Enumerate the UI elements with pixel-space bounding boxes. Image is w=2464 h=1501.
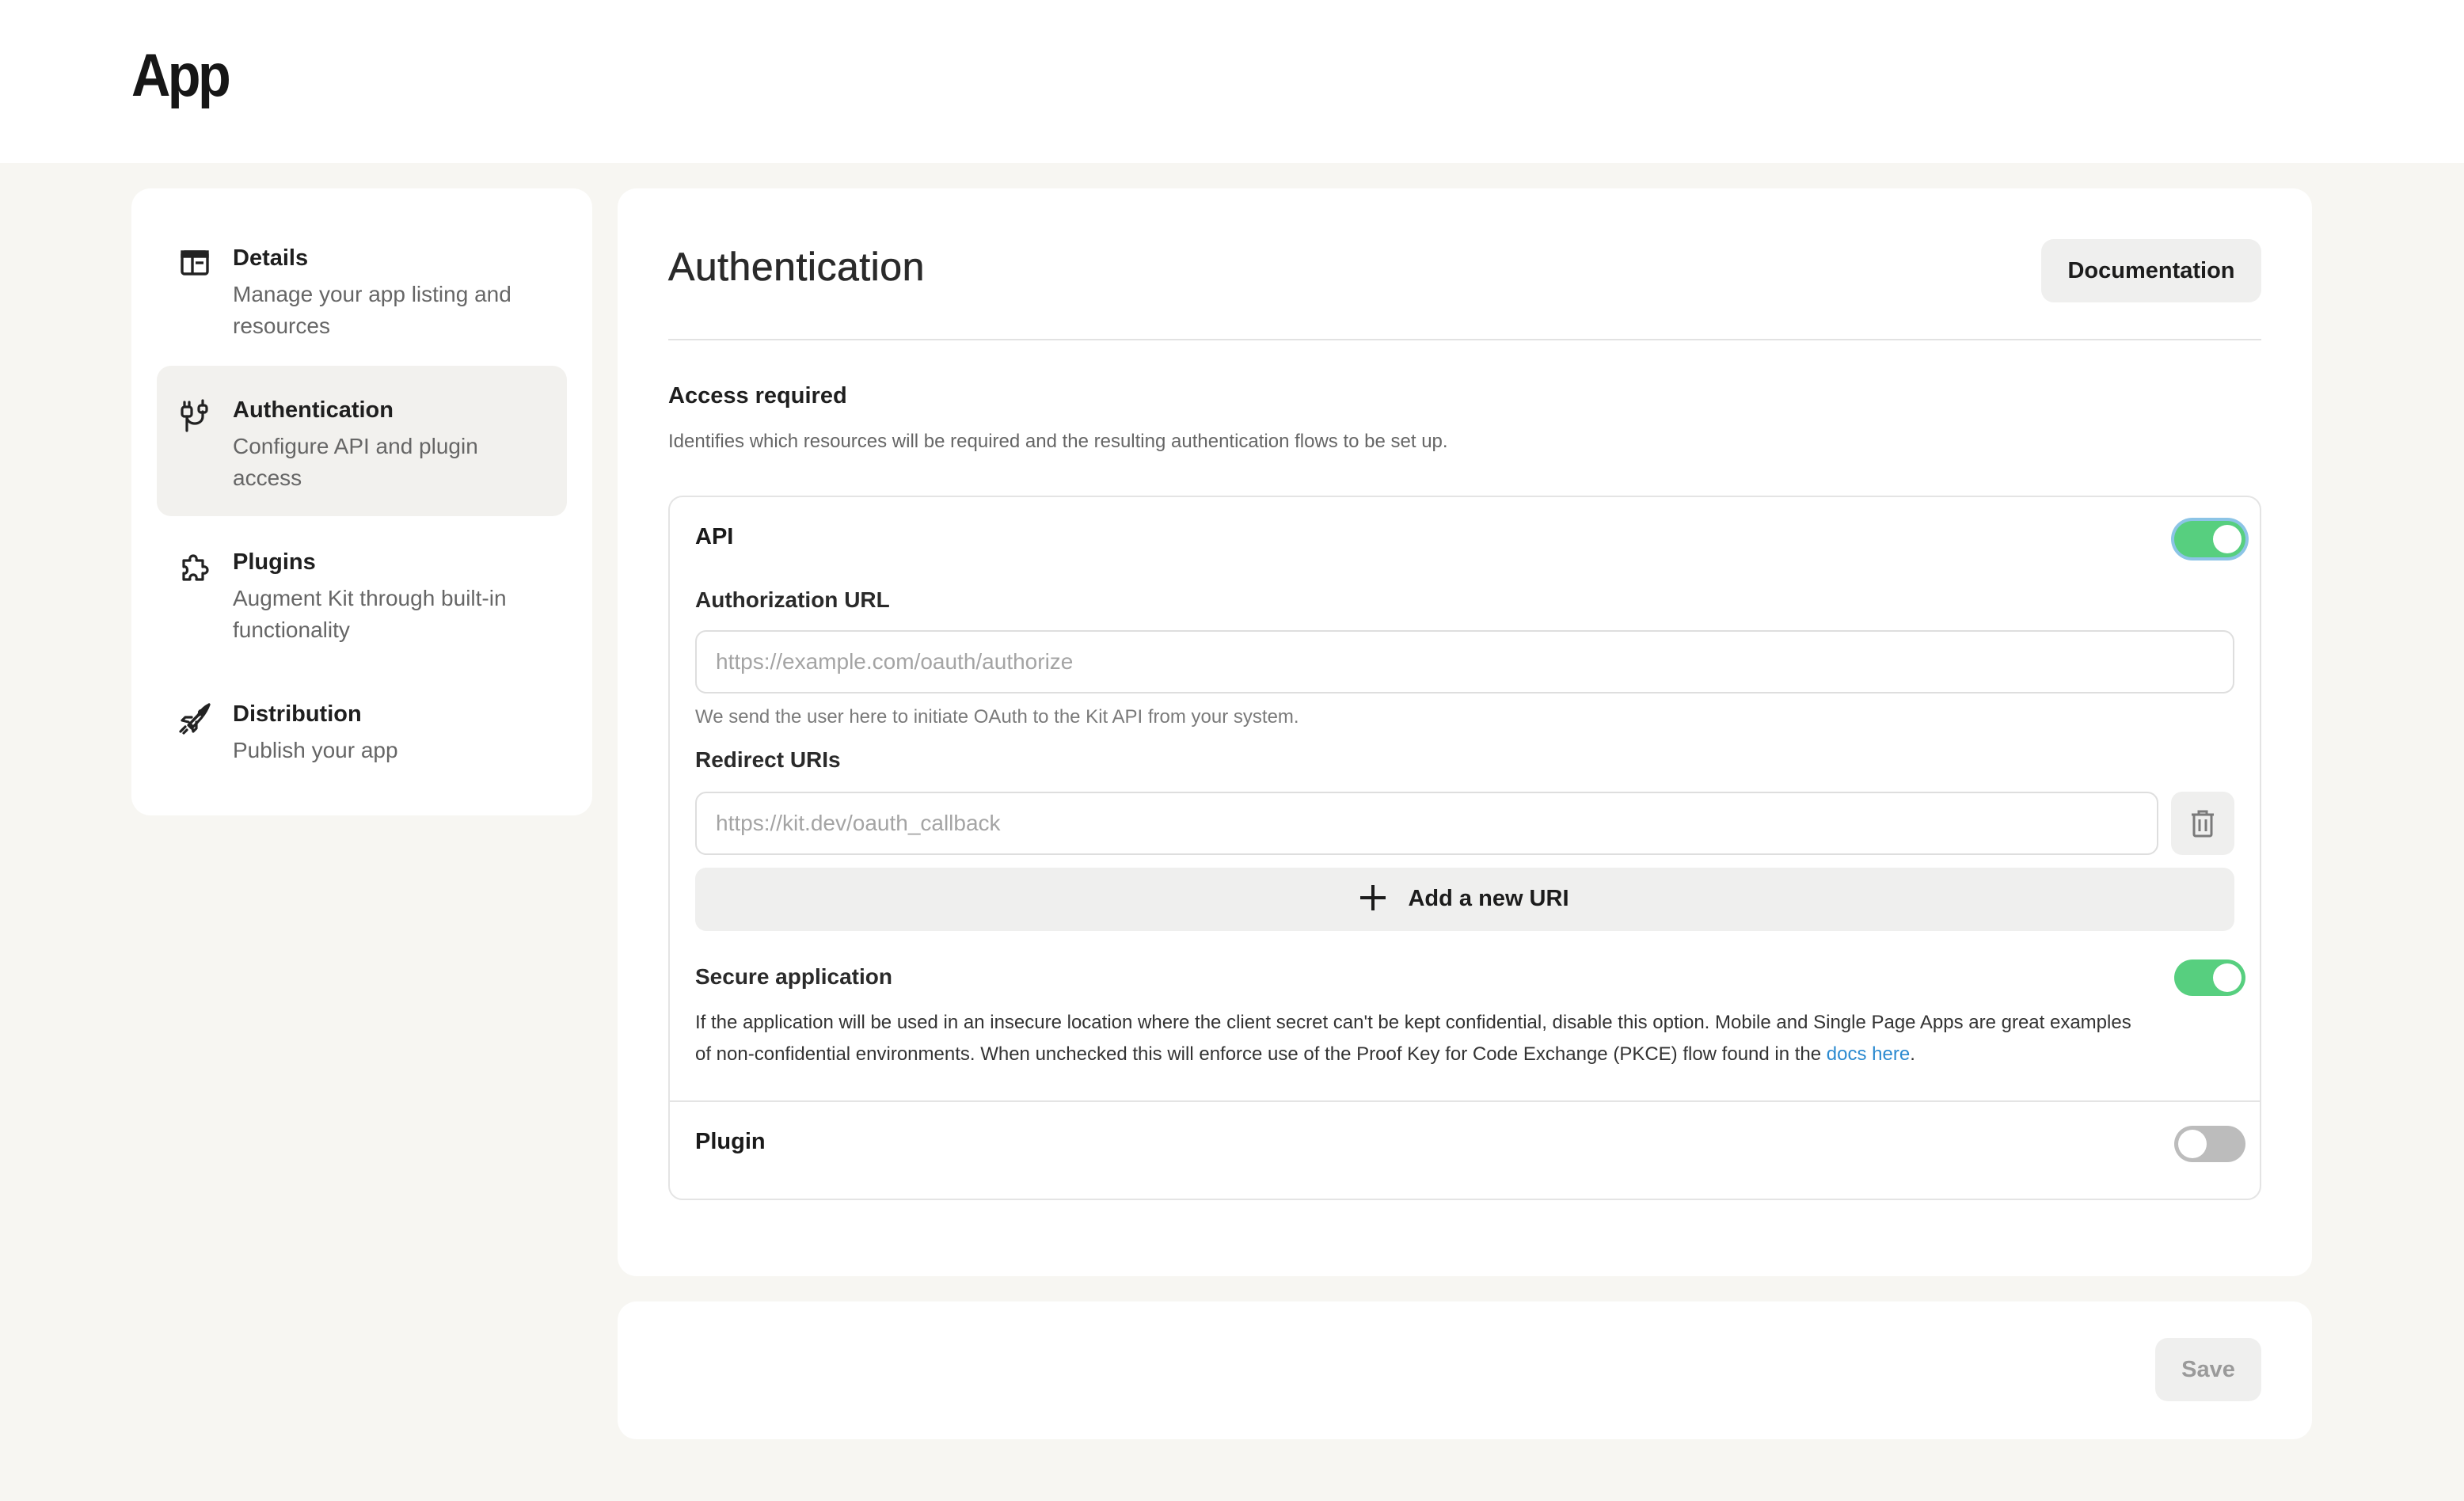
docs-link[interactable]: docs here xyxy=(1827,1043,1910,1065)
authorization-url-input[interactable] xyxy=(695,630,2234,694)
sidebar-item-description: Configure API and plugin access xyxy=(233,434,478,490)
sidebar: Details Manage your app listing and reso… xyxy=(131,188,592,815)
sidebar-item-title: Distribution xyxy=(233,701,362,727)
secure-application-toggle[interactable] xyxy=(2174,960,2245,996)
secure-description-line2: of non-confidential environments. When u… xyxy=(695,1043,1827,1065)
rocket-icon xyxy=(177,701,212,736)
sidebar-item-title: Details xyxy=(233,245,309,271)
top-bar: App xyxy=(0,0,2464,163)
divider xyxy=(668,339,2261,340)
redirect-uris-label: Redirect URIs xyxy=(695,747,841,772)
secure-description-line1: If the application will be used in an in… xyxy=(695,1012,2131,1033)
plugin-toggle[interactable] xyxy=(2174,1126,2245,1162)
app-title: App xyxy=(131,42,231,109)
documentation-button[interactable]: Documentation xyxy=(2041,239,2261,302)
secure-description-trailing: . xyxy=(1910,1043,1915,1065)
sidebar-item-title: Authentication xyxy=(233,397,394,423)
access-required-description: Identifies which resources will be requi… xyxy=(668,431,1448,452)
save-button[interactable]: Save xyxy=(2155,1338,2261,1401)
secure-application-label: Secure application xyxy=(695,964,892,989)
layout-icon xyxy=(177,245,212,280)
toggle-knob xyxy=(2213,963,2242,992)
puzzle-icon xyxy=(177,549,212,584)
add-uri-label: Add a new URI xyxy=(1408,886,1569,912)
sidebar-item-title: Plugins xyxy=(233,549,316,575)
page-title: Authentication xyxy=(668,245,925,290)
sidebar-item-description: Augment Kit through built-in functionali… xyxy=(233,586,507,642)
delete-uri-button[interactable] xyxy=(2171,792,2234,855)
main-card: Authentication Documentation Access requ… xyxy=(618,188,2312,1276)
authorization-url-hint: We send the user here to initiate OAuth … xyxy=(695,706,1299,728)
sidebar-item-description: Manage your app listing and resources xyxy=(233,282,511,338)
toggle-knob xyxy=(2213,525,2242,553)
authorization-url-label: Authorization URL xyxy=(695,587,890,612)
secure-application-description: If the application will be used in an in… xyxy=(695,1007,2247,1070)
add-uri-button[interactable]: Add a new URI xyxy=(695,868,2234,931)
trash-icon xyxy=(2192,810,2214,838)
plus-icon xyxy=(1360,884,1386,910)
access-box: API Authorization URL We send the user h… xyxy=(668,496,2261,1200)
sidebar-item-description: Publish your app xyxy=(233,738,398,762)
sidebar-item-distribution[interactable]: Distribution Publish your app xyxy=(157,670,567,820)
section-divider xyxy=(670,1100,2260,1102)
footer-card: Save xyxy=(618,1302,2312,1439)
access-required-title: Access required xyxy=(668,383,847,408)
redirect-uri-input[interactable] xyxy=(695,792,2158,855)
api-label: API xyxy=(695,524,734,549)
api-toggle[interactable] xyxy=(2174,521,2245,557)
sidebar-item-plugins[interactable]: Plugins Augment Kit through built-in fun… xyxy=(157,518,567,668)
plug-icon xyxy=(177,397,212,432)
sidebar-item-authentication[interactable]: Authentication Configure API and plugin … xyxy=(157,366,567,516)
toggle-knob xyxy=(2178,1130,2207,1158)
plugin-label: Plugin xyxy=(695,1129,766,1154)
sidebar-item-details[interactable]: Details Manage your app listing and reso… xyxy=(157,214,567,364)
